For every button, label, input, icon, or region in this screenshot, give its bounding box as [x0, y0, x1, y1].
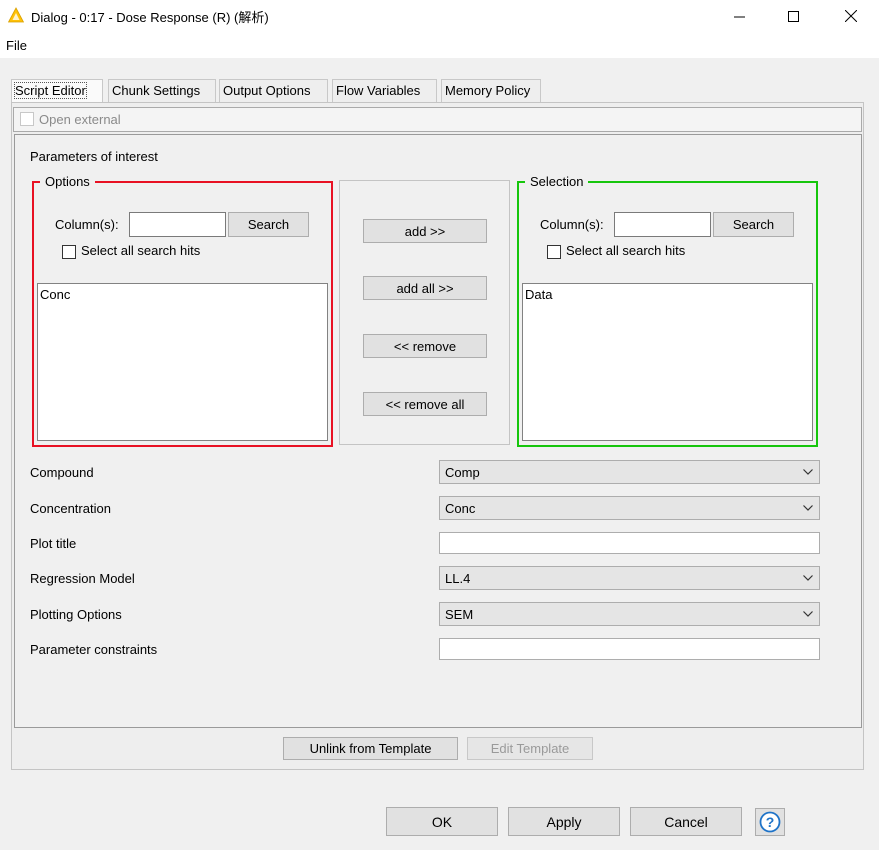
chevron-down-icon	[803, 505, 813, 511]
concentration-value: Conc	[445, 501, 476, 516]
plotting-options-value: SEM	[445, 607, 474, 622]
plot-title-label: Plot title	[30, 536, 77, 551]
tab-label: Flow Variables	[336, 83, 421, 98]
tab-script-editor[interactable]: Script Editor	[11, 79, 103, 103]
parameters-label: Parameters of interest	[30, 149, 158, 164]
regression-model-select[interactable]: LL.4	[439, 566, 820, 590]
tab-label: Chunk Settings	[112, 83, 201, 98]
menu-file[interactable]: File	[6, 38, 27, 53]
apply-button[interactable]: Apply	[508, 807, 620, 836]
open-external-checkbox[interactable]	[20, 112, 34, 126]
selection-search-button[interactable]: Search	[713, 212, 794, 237]
tab-label: Output Options	[223, 83, 311, 98]
ok-button[interactable]: OK	[386, 807, 498, 836]
parameter-constraints-label: Parameter constraints	[30, 642, 158, 657]
window-title: Dialog - 0:17 - Dose Response (R) (解析)	[31, 10, 269, 25]
tab-flow-variables[interactable]: Flow Variables	[332, 79, 437, 102]
options-group-title: Options	[40, 174, 95, 189]
options-list-item[interactable]: Conc	[40, 287, 325, 302]
app-warning-icon	[8, 7, 24, 23]
chevron-down-icon	[803, 575, 813, 581]
selection-list-item[interactable]: Data	[525, 287, 810, 302]
compound-value: Comp	[445, 465, 480, 480]
minimize-icon	[733, 16, 745, 17]
compound-label: Compound	[30, 465, 94, 480]
options-column-label: Column(s):	[55, 217, 119, 232]
open-external-label: Open external	[39, 112, 121, 127]
maximize-button[interactable]	[770, 0, 816, 32]
plotting-options-select[interactable]: SEM	[439, 602, 820, 626]
menu-bar	[0, 32, 879, 58]
plotting-options-label: Plotting Options	[30, 607, 122, 622]
selection-group-title: Selection	[525, 174, 589, 189]
selection-select-all-checkbox[interactable]	[547, 245, 561, 259]
selection-list[interactable]: Data	[522, 283, 813, 441]
close-button[interactable]	[828, 0, 874, 32]
tab-label: Script Editor	[14, 82, 87, 99]
selection-select-all-label: Select all search hits	[566, 243, 686, 258]
tab-output-options[interactable]: Output Options	[219, 79, 328, 102]
chevron-down-icon	[803, 469, 813, 475]
concentration-label: Concentration	[30, 501, 111, 516]
cancel-button[interactable]: Cancel	[630, 807, 742, 836]
unlink-template-button[interactable]: Unlink from Template	[283, 737, 458, 760]
help-button[interactable]: ?	[755, 808, 785, 836]
options-column-input[interactable]	[129, 212, 226, 237]
remove-button[interactable]: << remove	[363, 334, 487, 358]
remove-all-button[interactable]: << remove all	[363, 392, 487, 416]
tab-memory-policy[interactable]: Memory Policy	[441, 79, 541, 102]
open-external-bar	[13, 107, 862, 132]
options-list[interactable]: Conc	[37, 283, 328, 441]
tab-label: Memory Policy	[445, 83, 531, 98]
options-search-button[interactable]: Search	[228, 212, 309, 237]
minimize-button[interactable]	[716, 0, 762, 32]
options-select-all-checkbox[interactable]	[62, 245, 76, 259]
regression-model-label: Regression Model	[30, 571, 135, 586]
svg-text:?: ?	[766, 814, 775, 830]
parameter-constraints-input[interactable]	[439, 638, 820, 660]
selection-column-label: Column(s):	[540, 217, 604, 232]
help-icon: ?	[759, 811, 781, 833]
options-select-all-label: Select all search hits	[81, 243, 201, 258]
edit-template-button[interactable]: Edit Template	[467, 737, 593, 760]
regression-model-value: LL.4	[445, 571, 471, 586]
selection-column-input[interactable]	[614, 212, 711, 237]
chevron-down-icon	[803, 611, 813, 617]
maximize-icon	[787, 10, 799, 22]
compound-select[interactable]: Comp	[439, 460, 820, 484]
add-all-button[interactable]: add all >>	[363, 276, 487, 300]
concentration-select[interactable]: Conc	[439, 496, 820, 520]
plot-title-input[interactable]	[439, 532, 820, 554]
close-icon	[845, 10, 857, 22]
add-button[interactable]: add >>	[363, 219, 487, 243]
tab-chunk-settings[interactable]: Chunk Settings	[108, 79, 216, 102]
